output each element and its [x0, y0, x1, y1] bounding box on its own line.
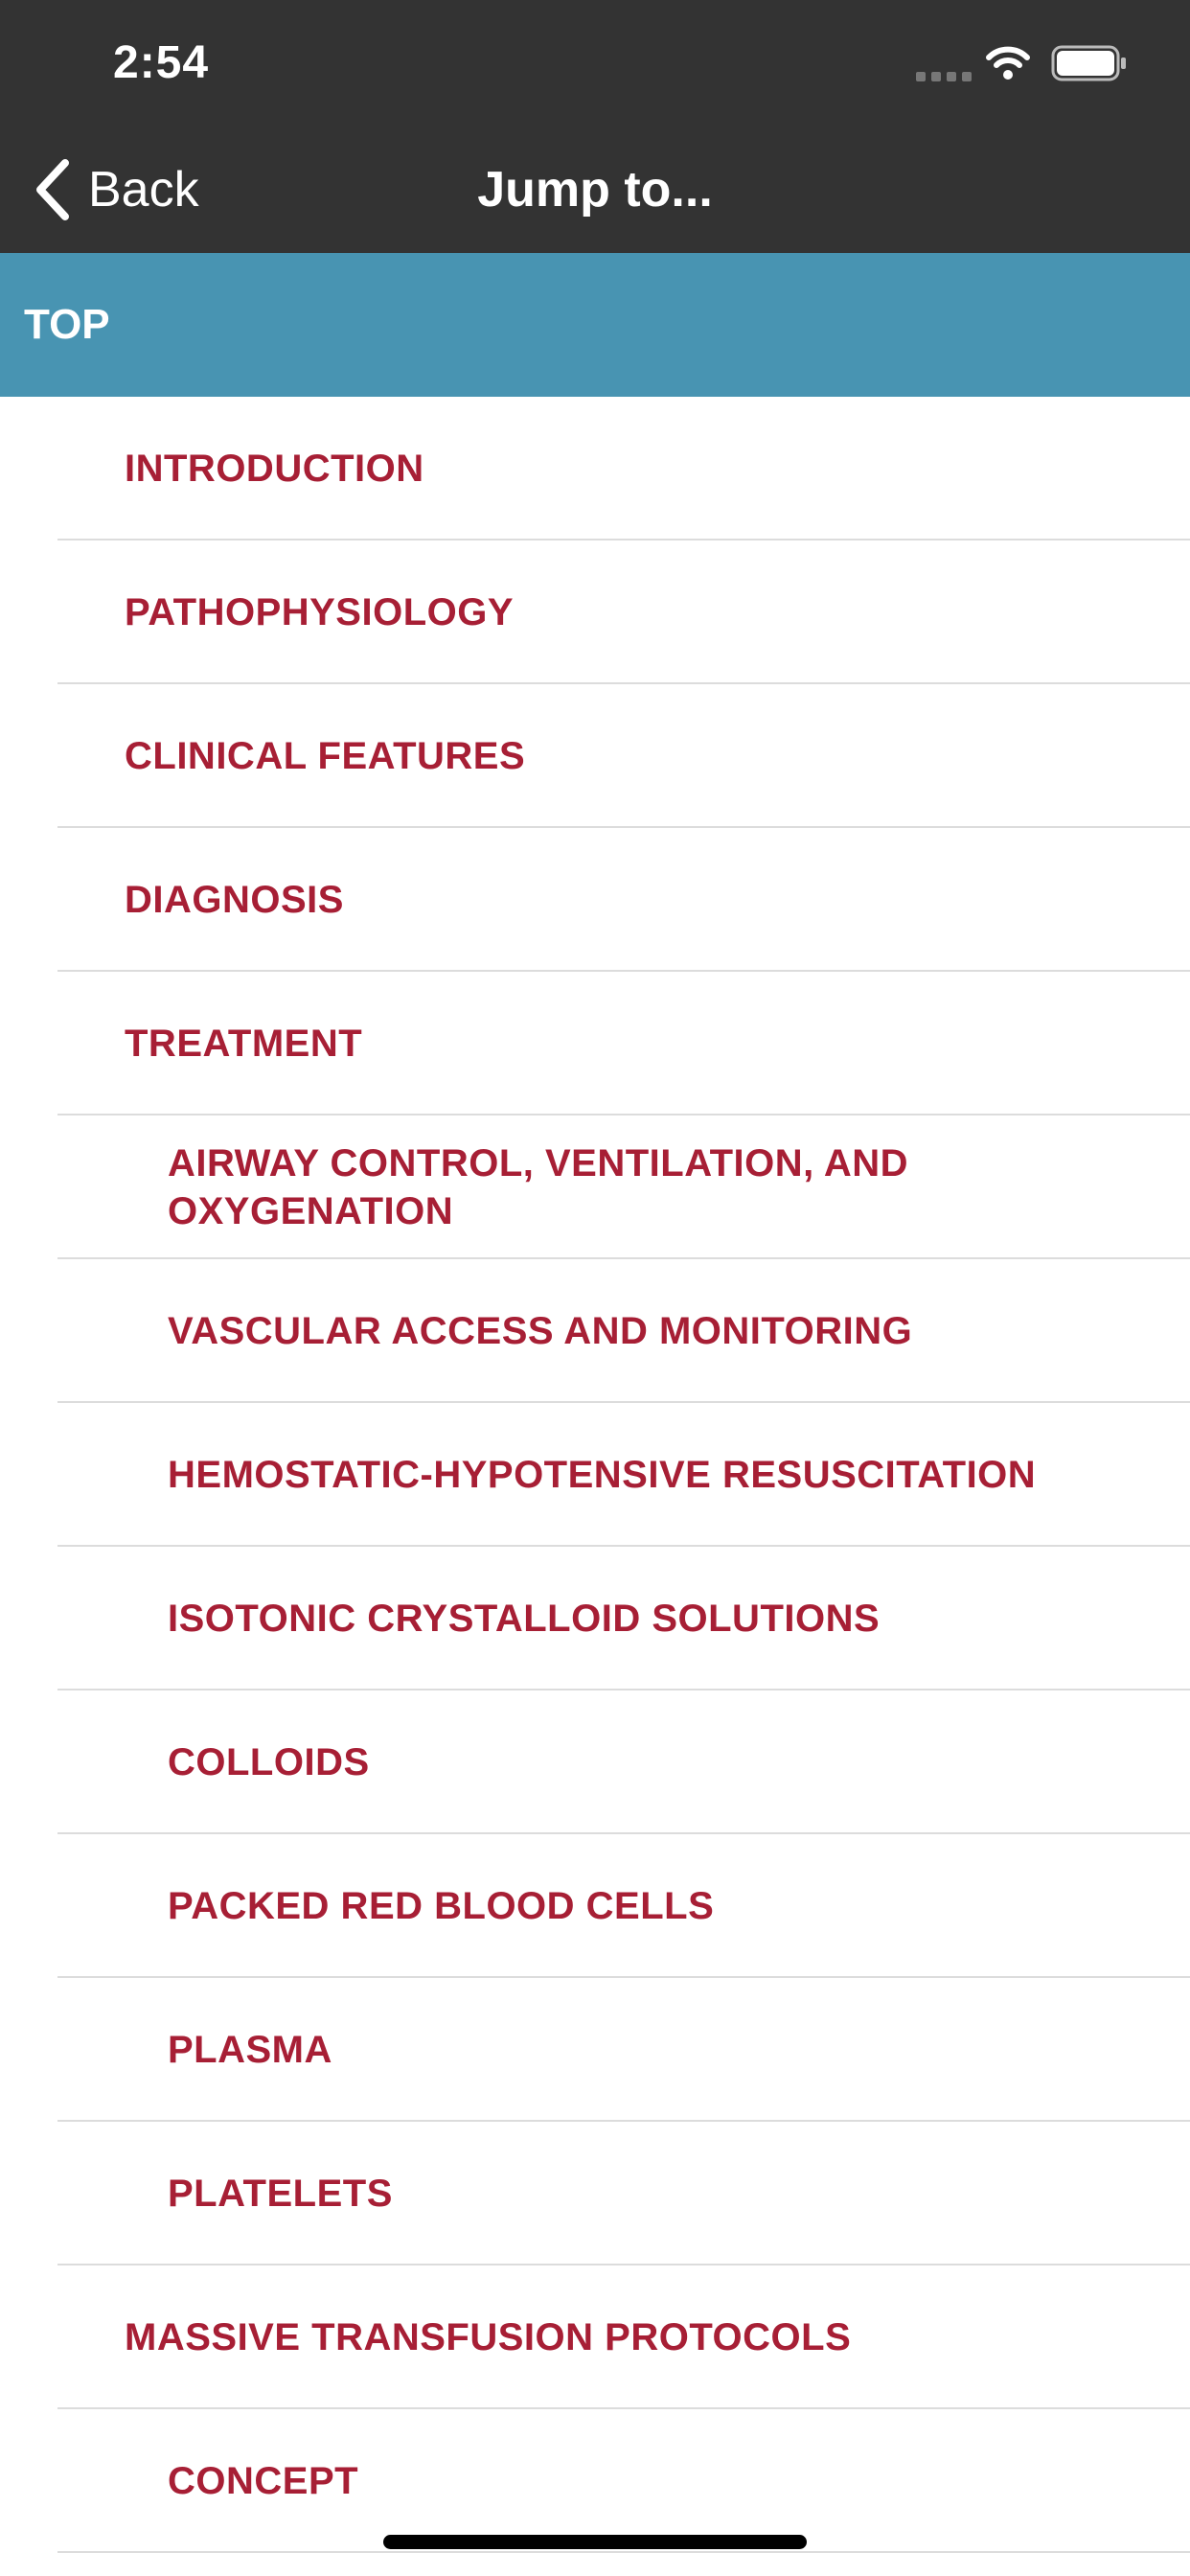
toc-list: INTRODUCTION PATHOPHYSIOLOGY CLINICAL FE…	[0, 397, 1190, 2553]
toc-item-packed-red-blood-cells[interactable]: PACKED RED BLOOD CELLS	[0, 1834, 1190, 1978]
toc-item-introduction[interactable]: INTRODUCTION	[0, 397, 1190, 540]
toc-item-label: PLASMA	[168, 2029, 332, 2071]
battery-icon	[1051, 45, 1126, 81]
toc-item-top-label: TOP	[24, 301, 110, 348]
toc-item-label: ISOTONIC CRYSTALLOID SOLUTIONS	[168, 1598, 881, 1640]
header: 2:54 Back Jump to...	[0, 0, 1190, 253]
toc-item-concept[interactable]: CONCEPT	[0, 2409, 1190, 2553]
toc-item-label: PATHOPHYSIOLOGY	[125, 591, 515, 633]
toc-item-label: VASCULAR ACCESS AND MONITORING	[168, 1310, 913, 1352]
navigation-bar: Back Jump to...	[0, 126, 1190, 253]
back-button[interactable]: Back	[33, 155, 199, 224]
toc-item-colloids[interactable]: COLLOIDS	[0, 1690, 1190, 1834]
home-indicator[interactable]	[383, 2535, 807, 2549]
status-time: 2:54	[113, 37, 210, 88]
status-bar: 2:54	[0, 0, 1190, 126]
toc-item-clinical-features[interactable]: CLINICAL FEATURES	[0, 684, 1190, 828]
toc-item-treatment[interactable]: TREATMENT	[0, 972, 1190, 1116]
wifi-icon	[986, 46, 1030, 80]
toc-item-label: PACKED RED BLOOD CELLS	[168, 1885, 715, 1927]
toc-item-label: INTRODUCTION	[125, 448, 424, 490]
toc-item-hemostatic-resuscitation[interactable]: HEMOSTATIC-HYPOTENSIVE RESUSCITATION	[0, 1403, 1190, 1547]
back-label: Back	[88, 162, 199, 218]
toc-item-label: DIAGNOSIS	[125, 879, 344, 921]
toc-item-isotonic-crystalloid[interactable]: ISOTONIC CRYSTALLOID SOLUTIONS	[0, 1547, 1190, 1690]
toc-item-label: TREATMENT	[125, 1023, 363, 1065]
toc-item-top[interactable]: TOP	[0, 253, 1190, 397]
toc-item-airway-control[interactable]: AIRWAY CONTROL, VENTILATION, AND OXYGENA…	[0, 1116, 1190, 1259]
toc-item-label: PLATELETS	[168, 2173, 393, 2215]
chevron-left-icon	[36, 159, 69, 220]
toc-item-vascular-access[interactable]: VASCULAR ACCESS AND MONITORING	[0, 1259, 1190, 1403]
toc-item-label: CONCEPT	[168, 2460, 359, 2502]
toc-item-pathophysiology[interactable]: PATHOPHYSIOLOGY	[0, 540, 1190, 684]
toc-item-plasma[interactable]: PLASMA	[0, 1978, 1190, 2122]
toc-item-massive-transfusion[interactable]: MASSIVE TRANSFUSION PROTOCOLS	[0, 2266, 1190, 2409]
toc-item-label: HEMOSTATIC-HYPOTENSIVE RESUSCITATION	[168, 1454, 1037, 1496]
toc-item-platelets[interactable]: PLATELETS	[0, 2122, 1190, 2266]
toc-item-label: CLINICAL FEATURES	[125, 735, 526, 777]
toc-item-label: AIRWAY CONTROL, VENTILATION, AND OXYGENA…	[168, 1142, 909, 1232]
signal-icon	[916, 72, 972, 81]
toc-item-label: COLLOIDS	[168, 1741, 370, 1783]
toc-item-diagnosis[interactable]: DIAGNOSIS	[0, 828, 1190, 972]
toc-item-label: MASSIVE TRANSFUSION PROTOCOLS	[125, 2316, 852, 2358]
